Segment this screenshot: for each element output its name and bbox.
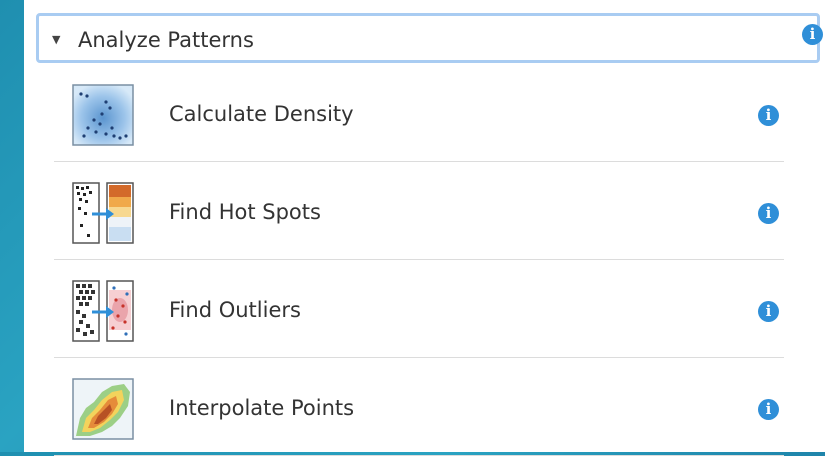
tool-calculate-density[interactable]: Calculate Density i: [54, 64, 784, 162]
tool-find-hot-spots[interactable]: Find Hot Spots i: [54, 162, 784, 260]
tool-list: Calculate Density i Find Hot Spots i Fin…: [54, 64, 784, 456]
interpolate-thumbnail-icon: [72, 378, 134, 440]
info-icon[interactable]: i: [758, 203, 779, 224]
tool-find-outliers[interactable]: Find Outliers i: [54, 260, 784, 358]
info-icon[interactable]: i: [758, 399, 779, 420]
section-title: Analyze Patterns: [78, 28, 254, 52]
tool-interpolate-points[interactable]: Interpolate Points i: [54, 358, 784, 456]
info-icon[interactable]: i: [758, 105, 779, 126]
info-icon[interactable]: i: [758, 301, 779, 322]
hot-spots-thumbnail-icon: [72, 182, 134, 244]
info-icon[interactable]: i: [802, 24, 823, 45]
tool-label: Interpolate Points: [169, 396, 355, 420]
tool-label: Find Hot Spots: [169, 200, 321, 224]
analysis-panel: ▼ Analyze Patterns i Calculate Density i…: [24, 0, 825, 456]
tool-label: Find Outliers: [169, 298, 301, 322]
caret-down-icon[interactable]: ▼: [52, 33, 60, 46]
density-thumbnail-icon: [72, 84, 134, 146]
tool-label: Calculate Density: [169, 102, 354, 126]
analyze-patterns-section-header[interactable]: ▼ Analyze Patterns i: [36, 13, 823, 63]
outliers-thumbnail-icon: [72, 280, 134, 342]
